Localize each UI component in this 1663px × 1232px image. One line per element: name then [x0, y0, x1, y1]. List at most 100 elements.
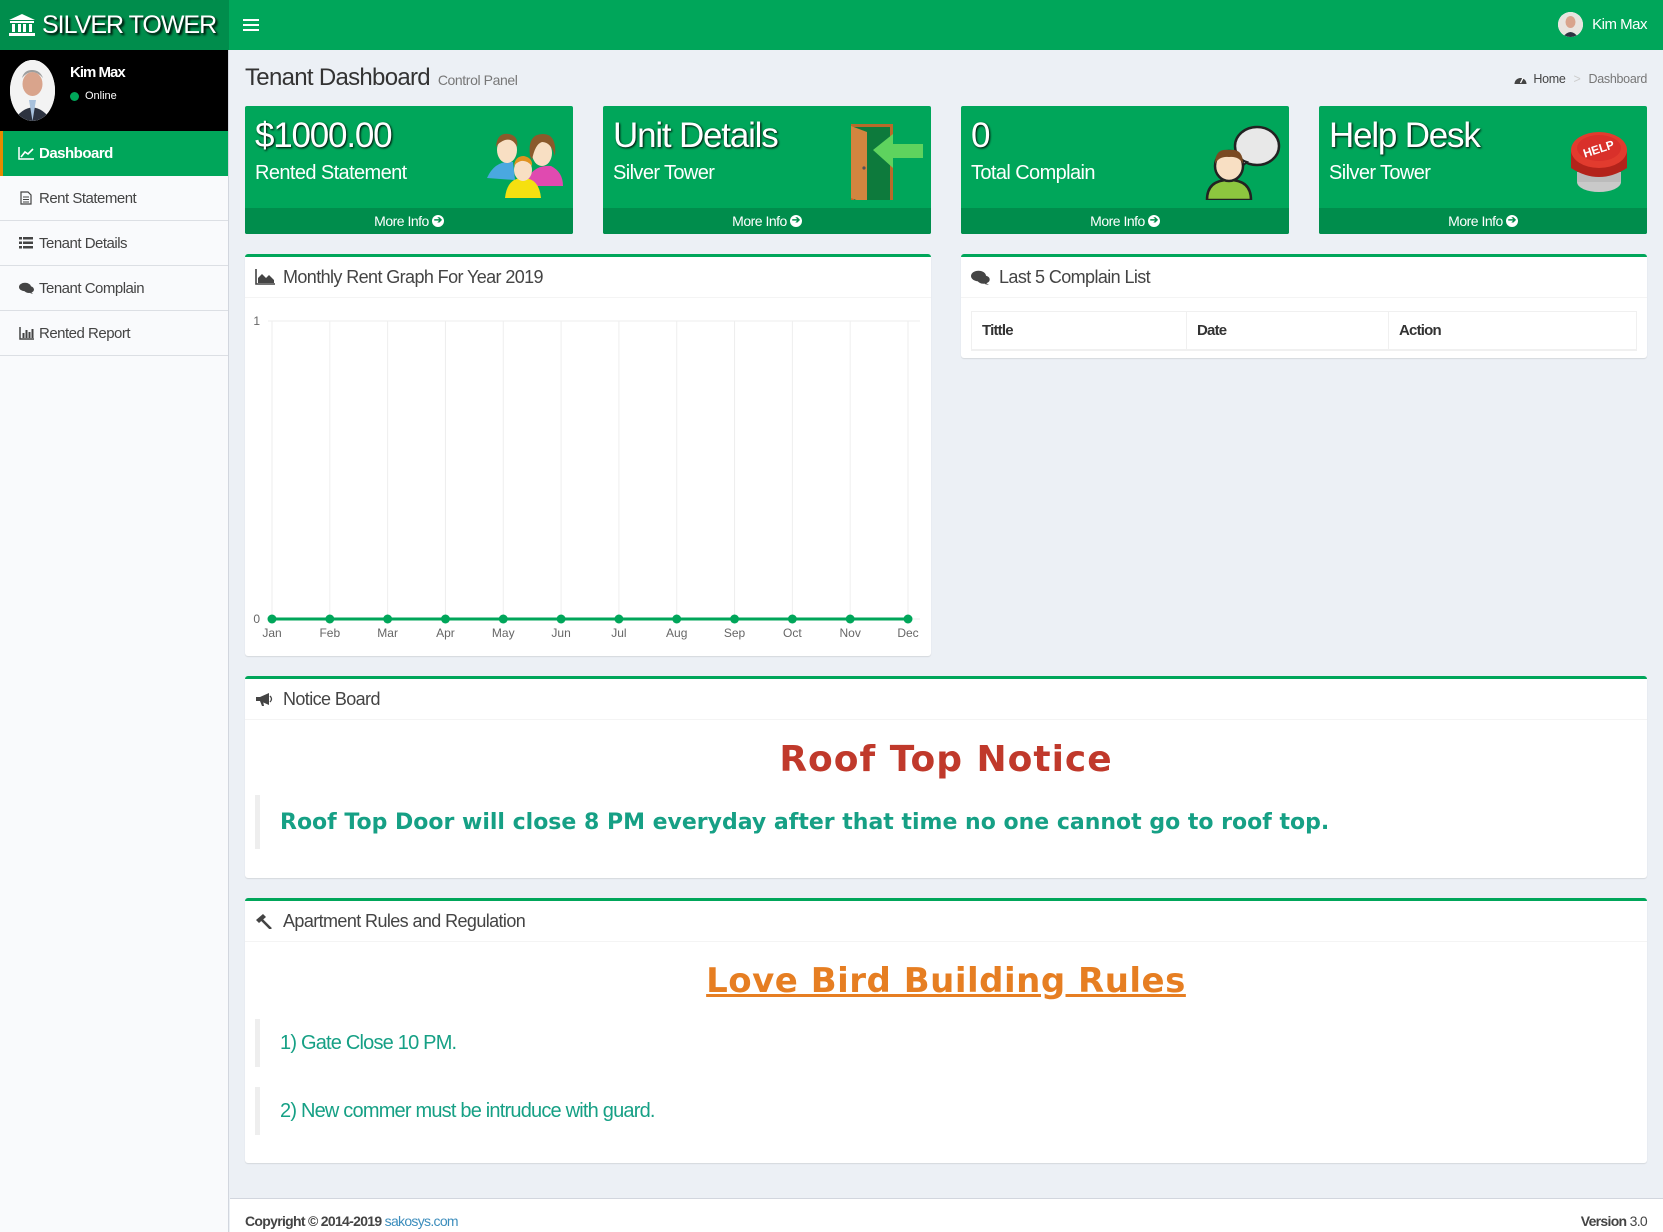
sidebar-item-rent-statement[interactable]: Rent Statement	[0, 176, 228, 221]
more-info-link[interactable]: More Info ➔	[1319, 208, 1647, 234]
data-point	[383, 614, 393, 624]
info-box-value: 0	[971, 116, 990, 155]
breadcrumb-home-link[interactable]: Home	[1533, 72, 1565, 86]
user-chat-icon	[1205, 125, 1281, 200]
sidebar-item-label: Tenant Complain	[39, 279, 145, 297]
top-navbar: Kim Max	[229, 0, 1663, 50]
x-tick-label: Mar	[377, 626, 398, 640]
info-box-value: Unit Details	[613, 116, 779, 155]
more-info-link[interactable]: More Info ➔	[603, 208, 931, 234]
notice-board-panel: Notice Board Roof Top Notice Roof Top Do…	[245, 676, 1647, 878]
online-status-icon	[70, 91, 79, 101]
rule-item: 2) New commer must be intruduce with gua…	[255, 1087, 1635, 1135]
x-tick-label: Dec	[897, 626, 918, 640]
area-chart-icon	[255, 268, 277, 286]
bar-chart-icon	[18, 326, 34, 340]
data-point	[672, 614, 682, 624]
brand-name: SILVER TOWER	[42, 10, 217, 39]
info-box-rented-statement: $1000.00 Rented Statement More Info ➔	[245, 106, 573, 234]
footer: Copyright © 2014-2019 sakosys.com Versio…	[230, 1198, 1663, 1232]
sidebar-item-dashboard[interactable]: Dashboard	[0, 131, 228, 176]
column-header-action[interactable]: Action	[1388, 311, 1637, 351]
x-tick-label: Apr	[436, 626, 455, 640]
x-tick-label: Sep	[724, 626, 746, 640]
rules-title: Love Bird Building Rules	[706, 961, 1186, 1001]
version-label: Version	[1580, 1213, 1627, 1229]
version-number: 3.0	[1629, 1213, 1648, 1229]
x-tick-label: Aug	[666, 626, 687, 640]
arrow-circle-right-icon: ➔	[1147, 215, 1160, 227]
info-box-label: Rented Statement	[255, 162, 407, 184]
user-menu[interactable]: Kim Max	[1558, 12, 1647, 37]
panel-title: Last 5 Complain List	[999, 266, 1151, 287]
notice-body: Roof Top Door will close 8 PM everyday a…	[255, 795, 1635, 849]
data-point	[325, 614, 335, 624]
complain-table: Tittle Date Action	[971, 311, 1637, 351]
info-box-unit-details: Unit Details Silver Tower More Info ➔	[603, 106, 931, 234]
y-tick-label: 1	[253, 314, 260, 328]
sidebar-item-tenant-details[interactable]: Tenant Details	[0, 221, 228, 266]
avatar	[1558, 12, 1584, 37]
info-box-help-desk: Help Desk Silver Tower HELP More Info ➔	[1319, 106, 1647, 234]
panel-header: Notice Board	[245, 679, 1647, 720]
sidebar-user-name: Kim Max	[70, 64, 126, 81]
file-text-icon	[18, 191, 34, 205]
data-point	[903, 614, 913, 624]
sidebar-item-tenant-complain[interactable]: Tenant Complain	[0, 266, 228, 311]
x-tick-label: Nov	[840, 626, 861, 640]
data-point	[440, 614, 450, 624]
info-box-label: Silver Tower	[613, 162, 715, 184]
data-point	[267, 614, 277, 624]
sidebar-item-label: Dashboard	[39, 145, 113, 162]
panel-header: Last 5 Complain List	[961, 257, 1647, 298]
sidebar-toggle-button[interactable]	[243, 16, 259, 34]
user-name: Kim Max	[1592, 16, 1647, 33]
copyright-text: Copyright © 2014-2019	[245, 1213, 382, 1229]
help-button-icon: HELP	[1571, 132, 1627, 192]
sidebar-item-rented-report[interactable]: Rented Report	[0, 311, 228, 356]
x-tick-label: Jun	[551, 626, 570, 640]
x-tick-label: Jul	[611, 626, 626, 640]
more-info-link[interactable]: More Info ➔	[961, 208, 1289, 234]
sidebar: Kim Max Online Dashboard Rent Statement …	[0, 50, 229, 1232]
data-point	[845, 614, 855, 624]
apartment-rules-panel: Apartment Rules and Regulation Love Bird…	[245, 898, 1647, 1163]
monthly-rent-chart-panel: Monthly Rent Graph For Year 2019 0 1 Jan Fe…	[245, 254, 931, 656]
door-enter-icon	[851, 124, 923, 200]
status-text: Online	[85, 90, 117, 102]
data-point	[730, 614, 740, 624]
sidebar-item-label: Tenant Details	[39, 234, 128, 252]
company-link[interactable]: sakosys.com	[385, 1213, 459, 1229]
x-tick-label: Feb	[319, 626, 340, 640]
brand-logo[interactable]: SILVER TOWER	[0, 0, 229, 50]
panel-header: Monthly Rent Graph For Year 2019	[245, 257, 931, 298]
data-point	[556, 614, 566, 624]
list-icon	[18, 236, 34, 250]
arrow-circle-right-icon: ➔	[431, 215, 444, 227]
avatar	[10, 60, 55, 121]
info-box-value: $1000.00	[255, 116, 393, 155]
page-title: Tenant Dashboard	[245, 64, 431, 91]
family-icon	[487, 133, 563, 198]
copyright: Copyright © 2014-2019 sakosys.com	[245, 1213, 459, 1229]
content-header: Tenant Dashboard Control Panel	[245, 64, 518, 92]
breadcrumb-separator: >	[1573, 72, 1581, 86]
panel-title: Apartment Rules and Regulation	[283, 910, 526, 931]
breadcrumb: Home > Dashboard	[1514, 72, 1647, 86]
version-info: Version 3.0	[1580, 1213, 1648, 1229]
data-point	[787, 614, 797, 624]
x-tick-label: Jan	[262, 626, 281, 640]
gavel-icon	[255, 912, 277, 930]
page-subtitle: Control Panel	[437, 72, 518, 88]
arrow-circle-right-icon: ➔	[789, 215, 802, 227]
rule-item: 1) Gate Close 10 PM.	[255, 1019, 1635, 1067]
column-header-title[interactable]: Tittle	[971, 311, 1187, 351]
column-header-date[interactable]: Date	[1186, 311, 1389, 351]
breadcrumb-current: Dashboard	[1588, 72, 1648, 86]
data-point	[614, 614, 624, 624]
sidebar-item-label: Rent Statement	[39, 189, 137, 207]
user-panel: Kim Max Online	[0, 50, 228, 131]
data-point	[498, 614, 508, 624]
more-info-link[interactable]: More Info ➔	[245, 208, 573, 234]
comments-icon	[18, 281, 34, 295]
